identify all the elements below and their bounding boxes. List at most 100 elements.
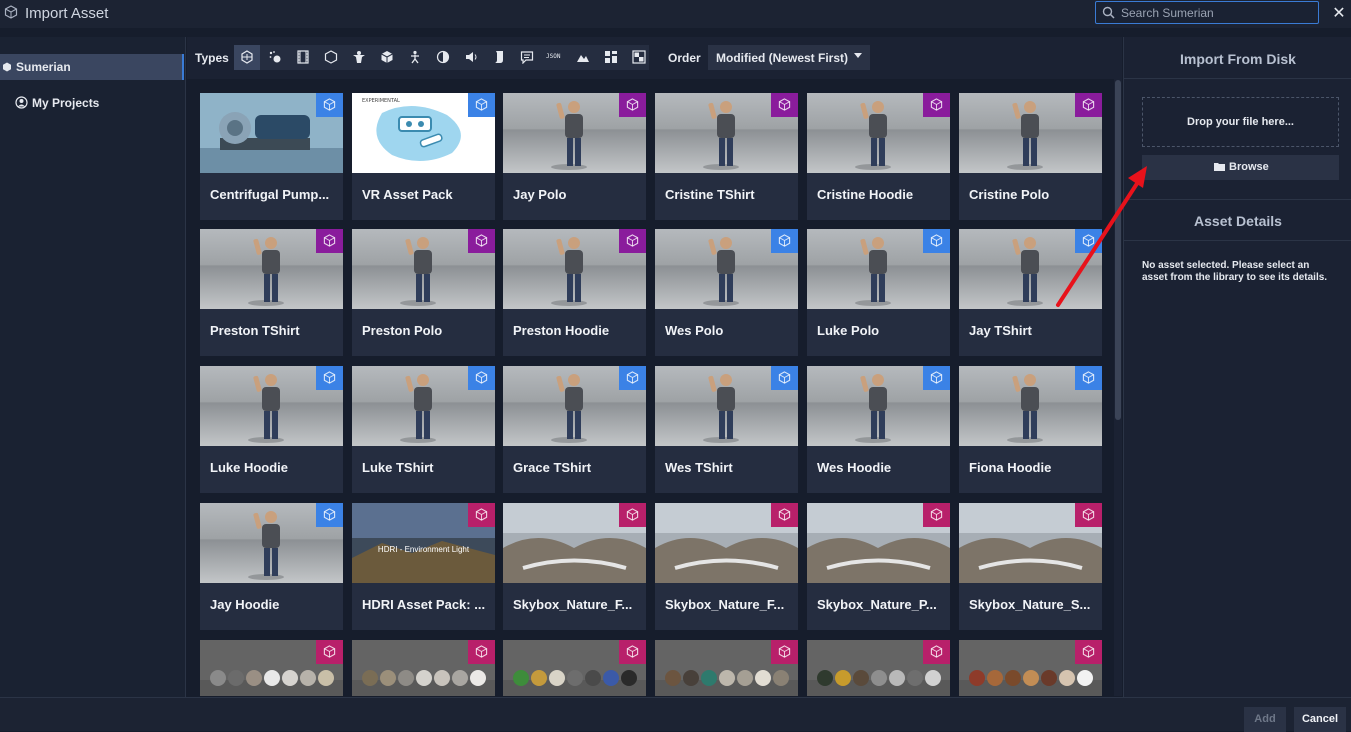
asset-card[interactable] bbox=[959, 640, 1102, 696]
user-icon bbox=[15, 96, 28, 109]
asset-details-text: No asset selected. Please select an asse… bbox=[1142, 260, 1328, 283]
type-host-icon[interactable] bbox=[346, 45, 372, 70]
cube-icon bbox=[930, 234, 943, 247]
search-box[interactable] bbox=[1095, 1, 1319, 24]
cube-icon bbox=[475, 234, 488, 247]
search-input[interactable] bbox=[1121, 4, 1316, 22]
type-sphere-icon[interactable] bbox=[430, 45, 456, 70]
asset-name: Cristine TShirt bbox=[665, 187, 755, 202]
sumerian-icon bbox=[3, 62, 11, 72]
cube-icon bbox=[1082, 371, 1095, 384]
order-select[interactable]: Modified (Newest First) bbox=[708, 45, 870, 70]
asset-card[interactable]: Preston Polo bbox=[352, 229, 495, 356]
type-filter-group: JSON bbox=[234, 45, 649, 70]
asset-type-badge bbox=[1075, 229, 1102, 253]
right-panel: Import From Disk Drop your file here... … bbox=[1123, 37, 1351, 697]
cube-icon bbox=[1082, 645, 1095, 658]
asset-card[interactable]: Fiona Hoodie bbox=[959, 366, 1102, 493]
type-particles-icon[interactable] bbox=[262, 45, 288, 70]
asset-card[interactable]: Luke TShirt bbox=[352, 366, 495, 493]
asset-card[interactable] bbox=[352, 640, 495, 696]
cube-icon bbox=[930, 508, 943, 521]
type-figure-icon[interactable] bbox=[402, 45, 428, 70]
type-video-icon[interactable] bbox=[290, 45, 316, 70]
asset-card[interactable]: Cristine Hoodie bbox=[807, 93, 950, 220]
type-shape-icon[interactable] bbox=[318, 45, 344, 70]
cube-icon bbox=[475, 645, 488, 658]
type-all-icon[interactable] bbox=[234, 45, 260, 70]
type-script-icon[interactable] bbox=[486, 45, 512, 70]
cube-icon bbox=[930, 645, 943, 658]
asset-card[interactable]: Jay Hoodie bbox=[200, 503, 343, 630]
type-grid-icon[interactable] bbox=[598, 45, 624, 70]
asset-type-badge bbox=[771, 640, 798, 664]
grid-scroll-thumb[interactable] bbox=[1115, 80, 1121, 420]
asset-card[interactable]: Skybox_Nature_S... bbox=[959, 503, 1102, 630]
asset-card[interactable]: Centrifugal Pump... bbox=[200, 93, 343, 220]
asset-type-badge bbox=[468, 366, 495, 390]
cube-icon bbox=[1082, 98, 1095, 111]
type-box-icon[interactable] bbox=[374, 45, 400, 70]
asset-type-badge bbox=[316, 640, 343, 664]
asset-name: Jay TShirt bbox=[969, 323, 1032, 338]
asset-card[interactable] bbox=[807, 640, 950, 696]
asset-card[interactable]: Wes Polo bbox=[655, 229, 798, 356]
asset-card[interactable]: Cristine TShirt bbox=[655, 93, 798, 220]
asset-type-badge bbox=[316, 366, 343, 390]
asset-name: Luke Polo bbox=[817, 323, 880, 338]
cube-icon bbox=[626, 371, 639, 384]
sidebar-item-label: Sumerian bbox=[16, 60, 71, 74]
asset-card[interactable]: Skybox_Nature_F... bbox=[655, 503, 798, 630]
asset-card[interactable]: Skybox_Nature_F... bbox=[503, 503, 646, 630]
cube-icon bbox=[626, 645, 639, 658]
asset-card[interactable]: EXPERIMENTAL VR Asset Pack bbox=[352, 93, 495, 220]
type-image-icon[interactable] bbox=[626, 45, 652, 70]
asset-card[interactable] bbox=[655, 640, 798, 696]
asset-name: Preston TShirt bbox=[210, 323, 300, 338]
sidebar-item-sumerian[interactable]: Sumerian bbox=[0, 54, 184, 80]
cube-icon bbox=[778, 98, 791, 111]
asset-card[interactable]: Skybox_Nature_P... bbox=[807, 503, 950, 630]
browse-button[interactable]: Browse bbox=[1142, 155, 1339, 180]
asset-card[interactable]: Wes Hoodie bbox=[807, 366, 950, 493]
asset-card[interactable]: Grace TShirt bbox=[503, 366, 646, 493]
type-speech-icon[interactable] bbox=[514, 45, 540, 70]
asset-card[interactable]: Luke Polo bbox=[807, 229, 950, 356]
sidebar-item-my-projects[interactable]: My Projects bbox=[0, 90, 184, 116]
cube-icon bbox=[475, 371, 488, 384]
browse-label: Browse bbox=[1229, 161, 1269, 173]
type-audio-icon[interactable] bbox=[458, 45, 484, 70]
asset-name: Skybox_Nature_F... bbox=[665, 597, 785, 612]
cancel-button[interactable]: Cancel bbox=[1294, 707, 1346, 732]
asset-card[interactable]: Cristine Polo bbox=[959, 93, 1102, 220]
cube-icon bbox=[930, 98, 943, 111]
asset-card[interactable]: Preston Hoodie bbox=[503, 229, 646, 356]
asset-type-badge bbox=[468, 229, 495, 253]
asset-card[interactable] bbox=[200, 640, 343, 696]
sumerian-logo-icon bbox=[4, 5, 18, 19]
asset-card[interactable]: HDRI - Environment Light HDRI Asset Pack:… bbox=[352, 503, 495, 630]
asset-card[interactable] bbox=[503, 640, 646, 696]
library-sidebar: Sumerian My Projects bbox=[0, 37, 186, 697]
asset-card[interactable]: Jay TShirt bbox=[959, 229, 1102, 356]
divider bbox=[1124, 240, 1351, 241]
cube-icon bbox=[626, 98, 639, 111]
cube-icon bbox=[323, 645, 336, 658]
asset-type-badge bbox=[923, 229, 950, 253]
asset-type-badge bbox=[1075, 503, 1102, 527]
type-terrain-icon[interactable] bbox=[570, 45, 596, 70]
import-from-disk-title: Import From Disk bbox=[1180, 51, 1296, 67]
file-drop-zone[interactable]: Drop your file here... bbox=[1142, 97, 1339, 147]
asset-card[interactable]: Luke Hoodie bbox=[200, 366, 343, 493]
asset-type-badge bbox=[1075, 640, 1102, 664]
cube-icon bbox=[323, 508, 336, 521]
asset-name: Jay Polo bbox=[513, 187, 567, 202]
add-button[interactable]: Add bbox=[1244, 707, 1286, 732]
cube-icon bbox=[323, 98, 336, 111]
asset-card[interactable]: Wes TShirt bbox=[655, 366, 798, 493]
asset-card[interactable]: Jay Polo bbox=[503, 93, 646, 220]
type-json-icon[interactable]: JSON bbox=[542, 45, 568, 70]
close-button[interactable]: ✕ bbox=[1330, 3, 1348, 22]
asset-type-badge bbox=[619, 503, 646, 527]
asset-card[interactable]: Preston TShirt bbox=[200, 229, 343, 356]
